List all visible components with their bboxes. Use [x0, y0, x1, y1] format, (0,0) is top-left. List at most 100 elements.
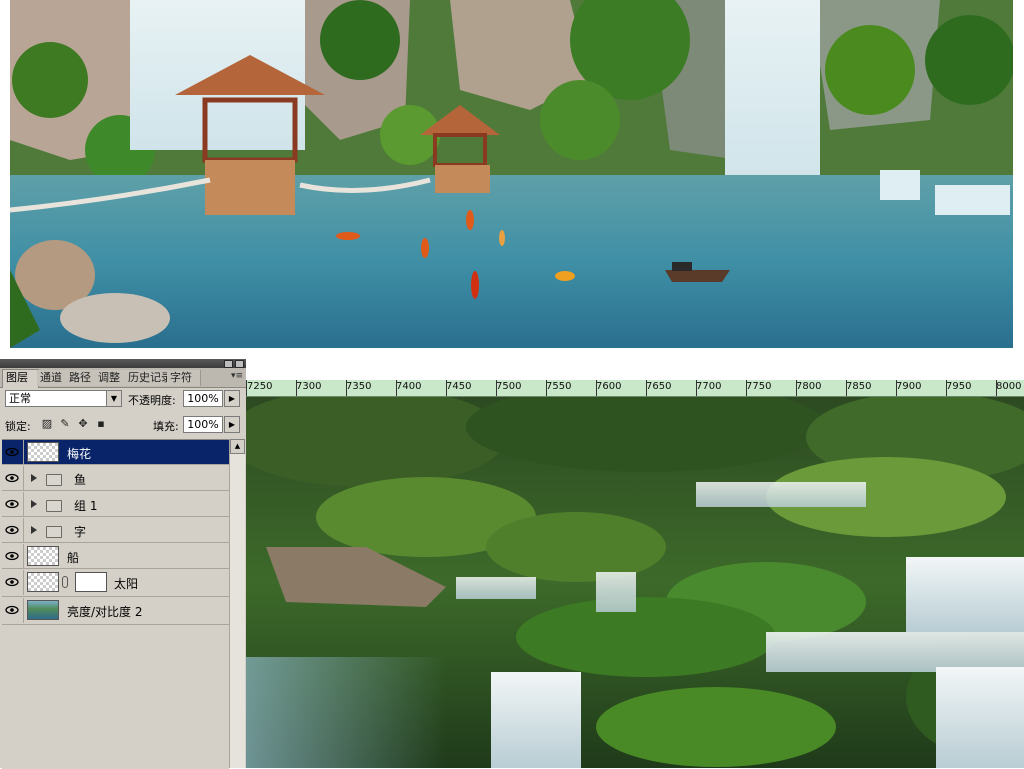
expand-triangle-icon[interactable]	[31, 526, 37, 534]
divider	[23, 544, 24, 569]
layer-row-yu[interactable]: 鱼	[2, 466, 229, 491]
divider	[23, 492, 24, 517]
lock-all-padlock-icon[interactable]: ▪	[95, 418, 107, 430]
tab-layers[interactable]: 图层	[2, 369, 39, 388]
fill-slider-arrow-icon[interactable]: ▶	[224, 416, 240, 433]
eye-visibility-icon[interactable]	[5, 471, 19, 485]
panel-tab-row: 图层 通道 路径 调整 历史记录 字符 ▾≡	[0, 368, 246, 388]
ruler-label: 7800	[796, 381, 822, 392]
ruler-tick	[546, 380, 547, 396]
panel-titlebar[interactable]	[0, 359, 246, 368]
layer-row-chuan[interactable]: 船	[2, 544, 229, 569]
tab-history[interactable]: 历史记录	[125, 370, 170, 386]
eye-visibility-icon[interactable]	[5, 497, 19, 511]
expand-triangle-icon[interactable]	[31, 500, 37, 508]
ruler-tick	[746, 380, 747, 396]
layer-name: 船	[67, 551, 80, 565]
link-chain-icon[interactable]	[62, 576, 68, 588]
ruler-label: 7300	[296, 381, 322, 392]
tab-adjustments[interactable]: 调整	[95, 370, 128, 386]
ruler-label: 7500	[496, 381, 522, 392]
layer-thumbnail	[27, 600, 59, 620]
ruler-label: 7950	[946, 381, 972, 392]
layer-thumbnail	[27, 546, 59, 566]
ruler-tick	[496, 380, 497, 396]
folder-icon	[46, 526, 62, 538]
document-canvas[interactable]	[246, 397, 1024, 768]
eye-visibility-icon[interactable]	[5, 523, 19, 537]
ruler-label: 7400	[396, 381, 422, 392]
blend-mode-value: 正常	[9, 392, 31, 405]
opacity-label: 不透明度:	[128, 394, 176, 407]
panel-menu-icon[interactable]: ▾≡	[231, 371, 243, 381]
ruler-label: 7600	[596, 381, 622, 392]
layer-name: 太阳	[114, 577, 139, 591]
horizontal-ruler[interactable]: 7250 7300 7350 7400 7450 7500 7550 7600 …	[246, 380, 1024, 397]
tab-paths[interactable]: 路径	[66, 370, 98, 386]
fill-input[interactable]: 100%	[183, 416, 223, 433]
layer-row-meihua[interactable]: 梅花	[2, 440, 229, 465]
ruler-tick	[696, 380, 697, 396]
lock-pixels-brush-icon[interactable]: ✎	[59, 418, 71, 430]
ruler-label: 7650	[646, 381, 672, 392]
ruler-spacer	[246, 359, 1024, 380]
layer-row-zi[interactable]: 字	[2, 518, 229, 543]
minimize-icon[interactable]	[224, 360, 233, 368]
divider	[23, 440, 24, 465]
scroll-up-arrow-icon[interactable]: ▲	[230, 439, 245, 454]
opacity-input[interactable]: 100%	[183, 390, 223, 407]
ruler-label: 8000	[996, 381, 1022, 392]
ruler-label: 7550	[546, 381, 572, 392]
ruler-label: 7450	[446, 381, 472, 392]
ruler-label: 7900	[896, 381, 922, 392]
close-icon[interactable]	[235, 360, 244, 368]
layer-name: 组 1	[74, 499, 98, 513]
lock-position-move-icon[interactable]: ✥	[77, 418, 89, 430]
layer-thumbnail	[27, 442, 59, 462]
blend-row: 正常 ▼ 不透明度: 100% ▶	[0, 388, 246, 412]
eye-visibility-icon[interactable]	[5, 549, 19, 563]
divider	[23, 466, 24, 491]
ruler-tick	[296, 380, 297, 396]
layer-name: 鱼	[74, 473, 87, 487]
lock-transparency-icon[interactable]: ▨	[41, 418, 53, 430]
layer-list: 梅花 鱼 组 1 字 船 太阳 亮度/对比度 2	[2, 439, 229, 769]
ruler-tick	[996, 380, 997, 396]
layer-mask-thumbnail[interactable]	[75, 572, 107, 592]
ruler-tick	[846, 380, 847, 396]
layer-row-group1[interactable]: 组 1	[2, 492, 229, 517]
chevron-down-icon[interactable]: ▼	[106, 391, 121, 406]
divider	[23, 518, 24, 543]
ruler-tick	[446, 380, 447, 396]
eye-visibility-icon[interactable]	[5, 603, 19, 617]
ruler-tick	[346, 380, 347, 396]
landscape-panorama	[10, 0, 1013, 348]
ruler-label: 7700	[696, 381, 722, 392]
layer-row-taiyang[interactable]: 太阳	[2, 570, 229, 597]
layer-thumbnail	[27, 572, 59, 592]
opacity-slider-arrow-icon[interactable]: ▶	[224, 390, 240, 407]
tab-character[interactable]: 字符	[167, 370, 201, 386]
layers-panel: 图层 通道 路径 调整 历史记录 字符 ▾≡ 正常 ▼ 不透明度: 100% ▶…	[0, 359, 247, 769]
ruler-label: 7750	[746, 381, 772, 392]
layer-list-scrollbar[interactable]: ▲	[229, 439, 245, 768]
lock-label: 锁定:	[5, 420, 31, 433]
layer-row-brightness-contrast[interactable]: 亮度/对比度 2	[2, 598, 229, 625]
tab-channels[interactable]: 通道	[37, 370, 69, 386]
ruler-label: 7850	[846, 381, 872, 392]
layer-name: 梅花	[67, 447, 92, 461]
eye-visibility-icon[interactable]	[5, 575, 19, 589]
ruler-tick	[246, 380, 247, 396]
ruler-tick	[946, 380, 947, 396]
divider	[23, 570, 24, 595]
ruler-tick	[796, 380, 797, 396]
blend-mode-select[interactable]: 正常 ▼	[5, 390, 122, 407]
expand-triangle-icon[interactable]	[31, 474, 37, 482]
ruler-label: 7350	[346, 381, 372, 392]
folder-icon	[46, 500, 62, 512]
divider	[23, 598, 24, 623]
ruler-tick	[896, 380, 897, 396]
layer-name: 亮度/对比度 2	[67, 605, 143, 619]
lock-row: 锁定: ▨ ✎ ✥ ▪ 填充: 100% ▶	[0, 414, 246, 436]
eye-visibility-icon[interactable]	[5, 445, 19, 459]
